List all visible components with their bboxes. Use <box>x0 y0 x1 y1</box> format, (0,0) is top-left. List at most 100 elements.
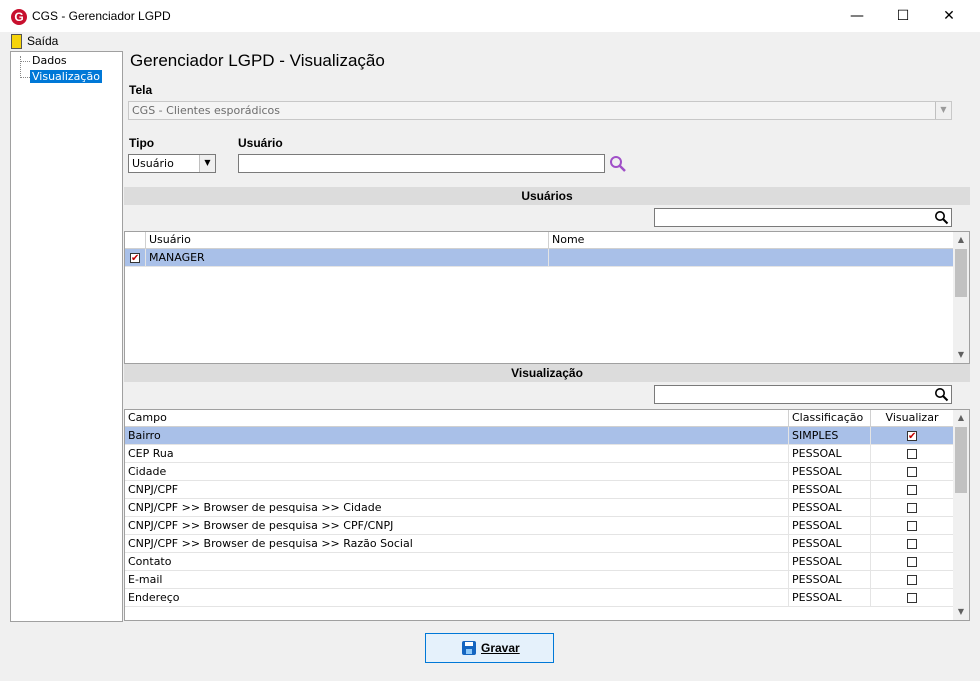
save-button-label: Gravar <box>481 641 520 655</box>
visualizar-cell <box>871 445 954 463</box>
chevron-down-icon[interactable]: ▼ <box>935 102 951 119</box>
scrollbar-thumb[interactable] <box>955 249 967 297</box>
campo-cell: CNPJ/CPF >> Browser de pesquisa >> Cidad… <box>125 499 789 517</box>
visualizar-cell <box>871 589 954 607</box>
classificacao-cell: PESSOAL <box>789 499 871 517</box>
classificacao-cell: PESSOAL <box>789 463 871 481</box>
save-button[interactable]: Gravar <box>425 633 554 663</box>
table-row[interactable]: CNPJ/CPF PESSOAL <box>125 481 954 499</box>
users-section-header: Usuários <box>124 187 970 205</box>
classificacao-cell: PESSOAL <box>789 517 871 535</box>
table-row[interactable]: CEP Rua PESSOAL <box>125 445 954 463</box>
users-vertical-scrollbar[interactable]: ▲ ▼ <box>953 232 969 363</box>
classificacao-cell: PESSOAL <box>789 553 871 571</box>
door-exit-icon[interactable] <box>11 34 22 49</box>
visualizar-cell <box>871 553 954 571</box>
campo-cell: Contato <box>125 553 789 571</box>
chevron-down-icon[interactable]: ▼ <box>953 604 969 620</box>
campo-cell: Cidade <box>125 463 789 481</box>
chevron-up-icon[interactable]: ▲ <box>953 410 969 426</box>
minimize-button[interactable]: — <box>834 0 880 32</box>
tree-connector <box>21 77 30 78</box>
tree-item-dados[interactable]: Dados <box>30 54 69 67</box>
users-column-header-usuario[interactable]: Usuário <box>146 232 549 249</box>
campo-cell: Endereço <box>125 589 789 607</box>
usuario-input[interactable] <box>238 154 605 173</box>
visualizar-checkbox[interactable] <box>907 539 917 549</box>
campo-cell: CNPJ/CPF >> Browser de pesquisa >> Razão… <box>125 535 789 553</box>
visualizar-checkbox[interactable] <box>907 449 917 459</box>
users-search-input[interactable] <box>654 208 952 227</box>
campo-cell: CEP Rua <box>125 445 789 463</box>
chevron-down-icon[interactable]: ▼ <box>199 155 215 172</box>
tree-connector <box>20 56 21 78</box>
visualizar-cell <box>871 571 954 589</box>
tela-select-value: CGS - Clientes esporádicos <box>132 104 281 117</box>
campo-cell: CNPJ/CPF <box>125 481 789 499</box>
tree-connector <box>21 61 30 62</box>
scrollbar-thumb[interactable] <box>955 427 967 493</box>
users-column-header-nome[interactable]: Nome <box>549 232 954 249</box>
search-icon[interactable] <box>609 155 627 173</box>
classificacao-cell: SIMPLES <box>789 427 871 445</box>
tela-select[interactable]: CGS - Clientes esporádicos ▼ <box>128 101 952 120</box>
view-column-header-classificacao[interactable]: Classificação <box>789 410 871 427</box>
chevron-up-icon[interactable]: ▲ <box>953 232 969 248</box>
visualizar-checkbox[interactable] <box>907 485 917 495</box>
visualizar-cell <box>871 463 954 481</box>
close-button[interactable]: ✕ <box>926 0 972 32</box>
search-icon[interactable] <box>934 210 949 225</box>
view-column-header-campo[interactable]: Campo <box>125 410 789 427</box>
maximize-button[interactable]: ☐ <box>880 0 926 32</box>
user-checkbox[interactable] <box>130 250 140 267</box>
visualizar-cell <box>871 535 954 553</box>
search-icon[interactable] <box>934 387 949 402</box>
view-grid: Campo Classificação Visualizar Bairro SIM… <box>124 409 970 621</box>
campo-cell: Bairro <box>125 427 789 445</box>
classificacao-cell: PESSOAL <box>789 571 871 589</box>
usuario-label: Usuário <box>238 136 283 150</box>
classificacao-cell: PESSOAL <box>789 445 871 463</box>
table-row[interactable]: CNPJ/CPF >> Browser de pesquisa >> Cidad… <box>125 499 954 517</box>
visualizar-checkbox[interactable] <box>907 521 917 531</box>
visualizar-checkbox[interactable] <box>907 428 917 445</box>
table-row[interactable]: CNPJ/CPF >> Browser de pesquisa >> Razão… <box>125 535 954 553</box>
tipo-select[interactable]: Usuário ▼ <box>128 154 216 173</box>
chevron-down-icon[interactable]: ▼ <box>953 347 969 363</box>
menu-bar <box>0 32 980 50</box>
table-row[interactable]: Contato PESSOAL <box>125 553 954 571</box>
table-row[interactable]: MANAGER <box>125 249 954 267</box>
view-vertical-scrollbar[interactable]: ▲ ▼ <box>953 410 969 620</box>
classificacao-cell: PESSOAL <box>789 481 871 499</box>
table-row[interactable]: Endereço PESSOAL <box>125 589 954 607</box>
exit-menu-item[interactable]: Saída <box>27 34 58 48</box>
table-row[interactable]: E-mail PESSOAL <box>125 571 954 589</box>
floppy-disk-icon <box>462 641 476 655</box>
view-section-header: Visualização <box>124 364 970 382</box>
table-row[interactable]: Cidade PESSOAL <box>125 463 954 481</box>
classificacao-cell: PESSOAL <box>789 589 871 607</box>
campo-cell: E-mail <box>125 571 789 589</box>
visualizar-cell <box>871 499 954 517</box>
tree-item-visualizacao[interactable]: Visualização <box>30 70 102 83</box>
visualizar-checkbox[interactable] <box>907 467 917 477</box>
visualizar-cell <box>871 517 954 535</box>
navigation-tree: Dados Visualização <box>10 51 123 622</box>
view-search-input[interactable] <box>654 385 952 404</box>
table-row[interactable]: Bairro SIMPLES <box>125 427 954 445</box>
visualizar-checkbox[interactable] <box>907 575 917 585</box>
page-title: Gerenciador LGPD - Visualização <box>130 51 385 70</box>
visualizar-checkbox[interactable] <box>907 503 917 513</box>
window-title: CGS - Gerenciador LGPD <box>32 9 171 23</box>
tipo-label: Tipo <box>129 136 155 150</box>
visualizar-checkbox[interactable] <box>907 593 917 603</box>
visualizar-checkbox[interactable] <box>907 557 917 567</box>
table-row[interactable]: CNPJ/CPF >> Browser de pesquisa >> CPF/C… <box>125 517 954 535</box>
cgs-logo-icon: G <box>11 9 27 25</box>
visualizar-cell <box>871 481 954 499</box>
view-column-header-visualizar[interactable]: Visualizar <box>871 410 954 427</box>
row-check-cell <box>125 249 146 267</box>
visualizar-cell <box>871 427 954 445</box>
users-grid: Usuário Nome MANAGER ▲ ▼ <box>124 231 970 364</box>
user-fullname-cell <box>549 249 954 267</box>
